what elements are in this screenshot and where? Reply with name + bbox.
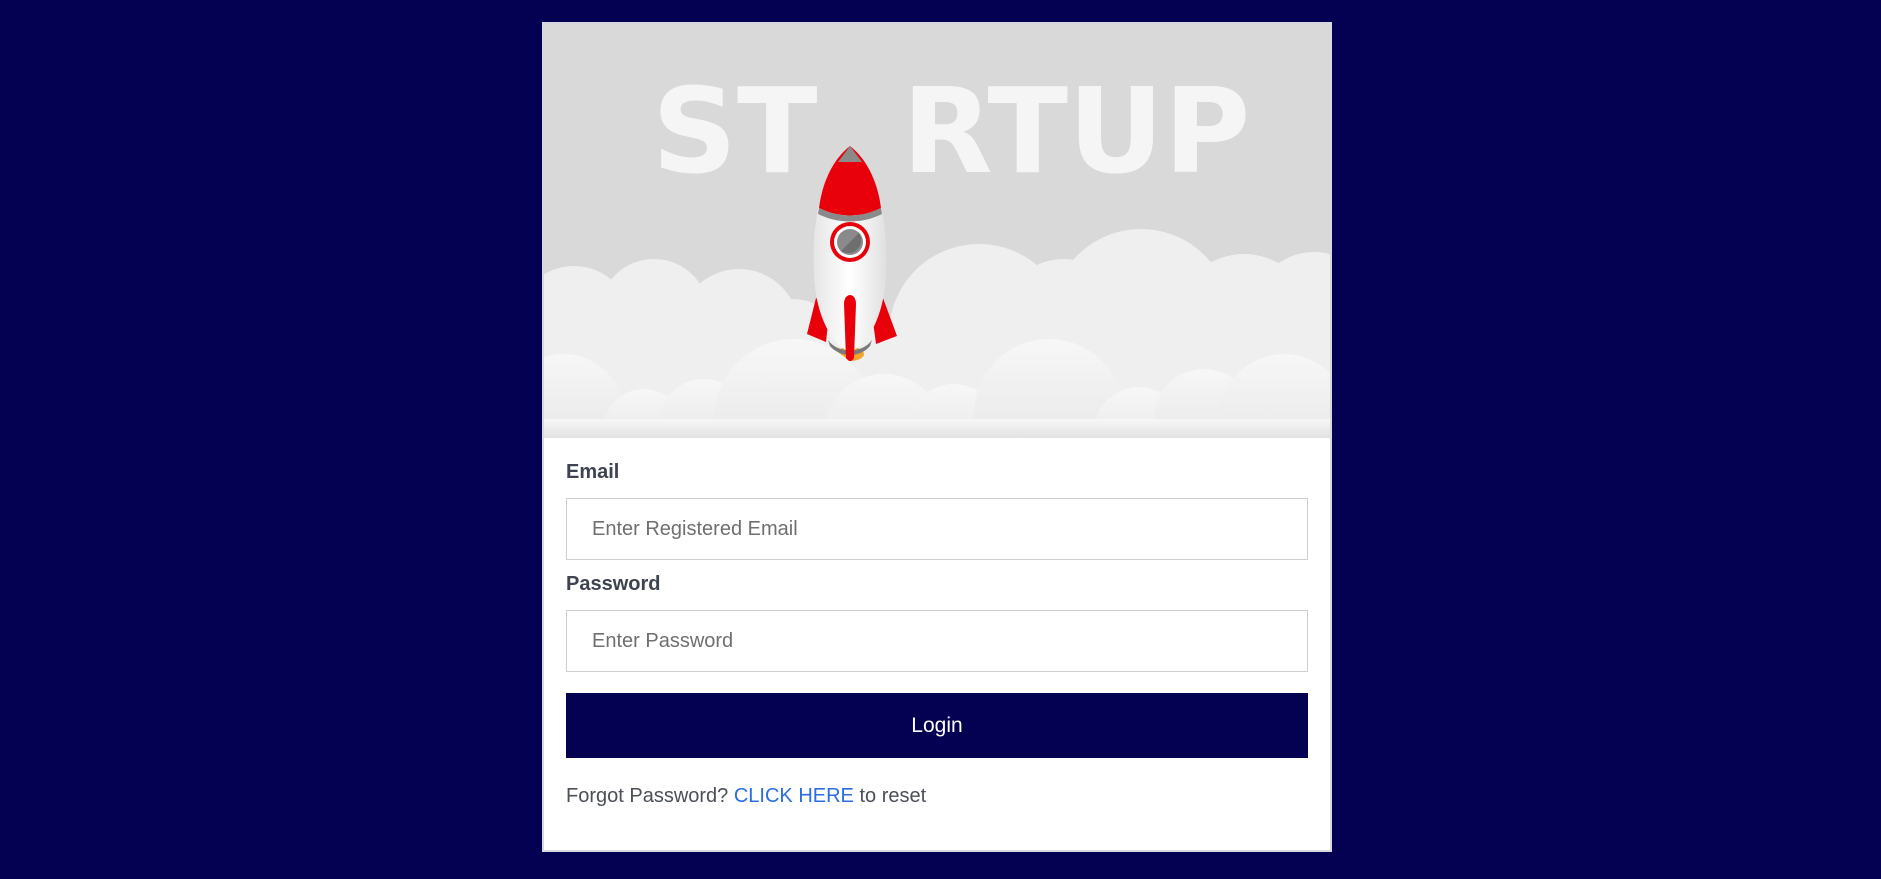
rocket-icon [807,146,897,361]
startup-illustration: ST RTUP [544,62,1330,438]
forgot-suffix: to reset [859,785,927,807]
login-card: ST RTUP Email Enter Registered Email Pas… [542,22,1332,852]
password-input[interactable] [566,610,1308,672]
reset-password-link[interactable]: CLICK HERE [734,785,854,807]
startup-hero-banner: ST RTUP [544,24,1330,438]
email-label: Email [566,461,620,483]
forgot-prefix: Forgot Password? [566,785,729,807]
hero-word-left: ST [652,62,817,200]
password-label: Password [566,573,661,595]
login-button[interactable]: Login [566,693,1308,758]
email-input[interactable] [566,498,1308,560]
hero-word-right: RTUP [902,62,1250,200]
forgot-password-line: Forgot Password? CLICK HERE to reset [566,785,926,808]
